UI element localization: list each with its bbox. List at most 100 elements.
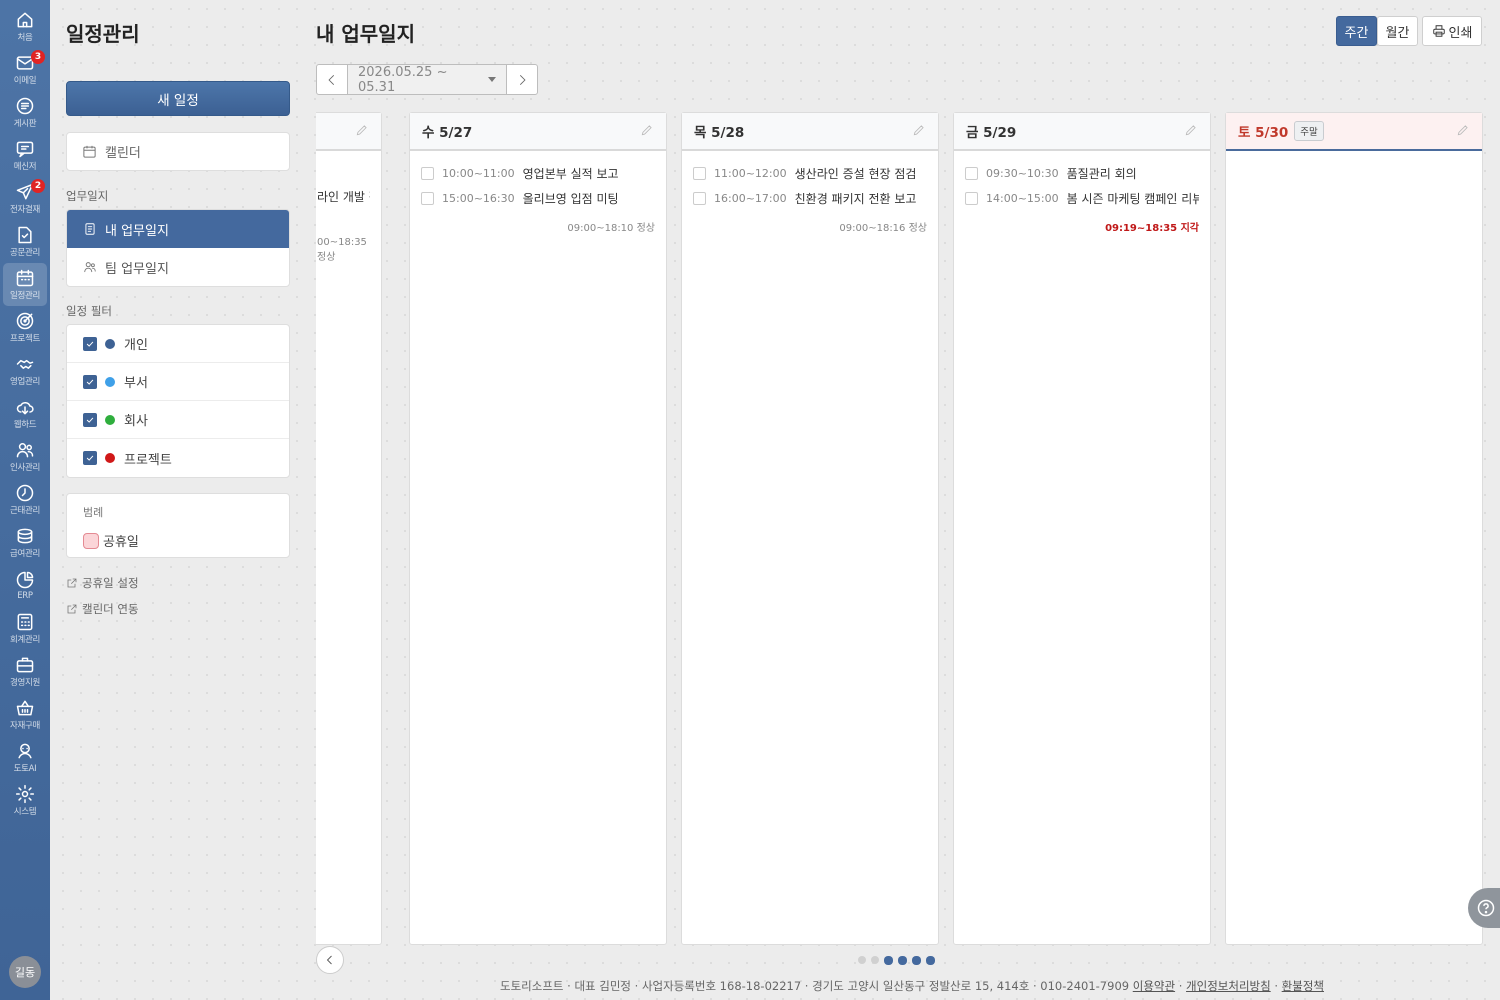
rail-item-pie-chart[interactable]: ERP	[3, 564, 47, 607]
month-view-button[interactable]: 월간	[1377, 16, 1418, 46]
rail-item-board[interactable]: 게시판	[3, 91, 47, 134]
holiday-settings-link[interactable]: 공휴일 설정	[66, 575, 139, 591]
legend-item-holiday: 공휴일	[83, 531, 273, 550]
journal-entry[interactable]: 16:00~17:00 친환경 패키지 전환 보고	[693, 186, 927, 211]
rail-item-coins[interactable]: 급여관리	[3, 521, 47, 564]
journal-entry[interactable]: 10:00~11:00 영업본부 실적 보고	[421, 161, 655, 186]
print-button[interactable]: 인쇄	[1422, 16, 1482, 46]
journal-entry[interactable]: 14:00~15:00 봄 시즌 마케팅 캠페인 리뷰	[965, 186, 1199, 211]
journal-item-team[interactable]: 팀 업무일지	[67, 248, 289, 286]
page-dot[interactable]	[858, 956, 866, 964]
entry-checkbox[interactable]	[693, 167, 706, 180]
page-dot[interactable]	[926, 956, 935, 965]
week-view-button[interactable]: 주간	[1336, 16, 1377, 46]
filter-item[interactable]: 프로젝트	[67, 439, 289, 477]
app-rail: 처음 이메일 3 게시판메신저전자결재 2 공문관리 일정관리프로젝트영업관리웹하드인사관리…	[0, 0, 50, 1000]
page-dot[interactable]	[871, 956, 879, 964]
question-icon	[1477, 899, 1495, 917]
date-range-select[interactable]: 2026.05.25 ~ 05.31	[347, 65, 507, 95]
journal-item-label: 팀 업무일지	[105, 261, 169, 277]
day-header: 토 5/30 주말	[1226, 113, 1482, 151]
external-link-icon	[67, 578, 77, 588]
journal-entry[interactable]: 11:00~12:00 생산라인 증설 현장 점검	[693, 161, 927, 186]
new-schedule-button[interactable]: 새 일정	[66, 81, 290, 116]
filter-item[interactable]: 회사	[67, 401, 289, 439]
journal-item-my[interactable]: 내 업무일지	[67, 210, 289, 248]
page-dot[interactable]	[912, 956, 921, 965]
edit-day-button[interactable]	[355, 122, 369, 141]
rail-item-clock[interactable]: 근태관리	[3, 478, 47, 521]
terms-link[interactable]: 이용약관	[1133, 979, 1175, 993]
prev-week-button[interactable]	[317, 65, 347, 94]
rail-item-home[interactable]: 처음	[3, 5, 47, 48]
privacy-link[interactable]: 개인정보처리방침	[1186, 979, 1271, 993]
edit-day-button[interactable]	[1456, 122, 1470, 141]
entry-checkbox[interactable]	[965, 192, 978, 205]
entry-checkbox[interactable]	[965, 167, 978, 180]
calendar-sync-link[interactable]: 캘린더 연동	[66, 601, 139, 617]
schedule-filter-list: 개인부서 회사프로젝트	[66, 324, 290, 478]
page-indicator	[858, 956, 935, 965]
entry-checkbox[interactable]	[421, 167, 434, 180]
checkbox-checked[interactable]	[83, 451, 97, 465]
next-week-button[interactable]	[507, 65, 537, 94]
rail-item-label: 프로젝트	[9, 334, 41, 344]
edit-day-button[interactable]	[912, 122, 926, 141]
pie-chart-icon	[16, 571, 34, 589]
rail-item-people[interactable]: 인사관리	[3, 435, 47, 478]
edit-day-button[interactable]	[640, 122, 654, 141]
page-dot[interactable]	[898, 956, 907, 965]
filter-item[interactable]: 부서	[67, 363, 289, 401]
calendar-icon	[16, 269, 34, 287]
filter-label: 개인	[124, 338, 148, 353]
rail-item-label: 메신저	[13, 162, 37, 172]
scroll-left-button[interactable]	[316, 946, 344, 974]
rail-item-calendar[interactable]: 일정관리	[3, 263, 47, 306]
journal-menu: 내 업무일지 팀 업무일지	[66, 209, 290, 287]
rail-item-gear[interactable]: 시스템	[3, 779, 47, 822]
day-title: 토 5/30	[1238, 125, 1289, 141]
rail-item-briefcase[interactable]: 경영지원	[3, 650, 47, 693]
filter-label: 프로젝트	[124, 452, 172, 468]
rail-item-cloud[interactable]: 웹하드	[3, 392, 47, 435]
filter-color-dot	[105, 338, 115, 349]
entry-checkbox[interactable]	[421, 192, 434, 205]
rail-item-document[interactable]: 공문관리	[3, 220, 47, 263]
rail-item-mail[interactable]: 이메일 3	[3, 48, 47, 91]
refund-link[interactable]: 환불정책	[1282, 979, 1324, 993]
entry-text: 봄 시즌 마케팅 캠페인 리뷰	[1066, 192, 1199, 206]
entry-checkbox[interactable]	[693, 192, 706, 205]
rail-item-basket[interactable]: 자재구매	[3, 693, 47, 736]
rail-item-label: 게시판	[13, 119, 37, 129]
help-button[interactable]	[1468, 888, 1500, 928]
chevron-left-icon	[328, 74, 335, 85]
rail-item-target[interactable]: 프로젝트	[3, 306, 47, 349]
filter-item[interactable]: 개인	[67, 325, 289, 363]
journal-entry[interactable]: 09:30~10:30 품질관리 회의	[965, 161, 1199, 186]
entry-text: 올리브영 입점 미팅	[522, 192, 619, 206]
checkbox-checked[interactable]	[83, 336, 97, 351]
checkbox-checked[interactable]	[83, 374, 97, 389]
rail-item-calculator[interactable]: 회계관리	[3, 607, 47, 650]
user-avatar[interactable]: 길동	[9, 956, 41, 988]
rail-item-label: 웹하드	[13, 420, 37, 430]
rail-item-robot[interactable]: 도토AI	[3, 736, 47, 779]
rail-item-approval[interactable]: 전자결재 2	[3, 177, 47, 220]
legend-box: 범례 공휴일	[66, 493, 290, 558]
clipboard-icon	[85, 223, 95, 235]
people-icon	[16, 443, 34, 458]
rail-item-handshake[interactable]: 영업관리	[3, 349, 47, 392]
rail-item-label: 회계관리	[9, 635, 41, 645]
notification-badge: 2	[31, 179, 45, 193]
journal-entry[interactable]: 라인 개발 점	[317, 184, 370, 209]
journal-entry[interactable]: 15:00~16:30 올리브영 입점 미팅	[421, 186, 655, 211]
edit-day-button[interactable]	[1184, 122, 1198, 141]
rail-item-messenger[interactable]: 메신저	[3, 134, 47, 177]
checkbox-checked[interactable]	[83, 412, 97, 427]
calendar-button[interactable]: 캘린더	[66, 132, 290, 171]
rail-item-label: 경영지원	[9, 678, 41, 688]
cloud-icon	[16, 401, 34, 415]
filter-section-label: 일정 필터	[66, 304, 112, 318]
page-dot[interactable]	[884, 956, 893, 965]
calendar-button-label: 캘린더	[105, 146, 141, 161]
